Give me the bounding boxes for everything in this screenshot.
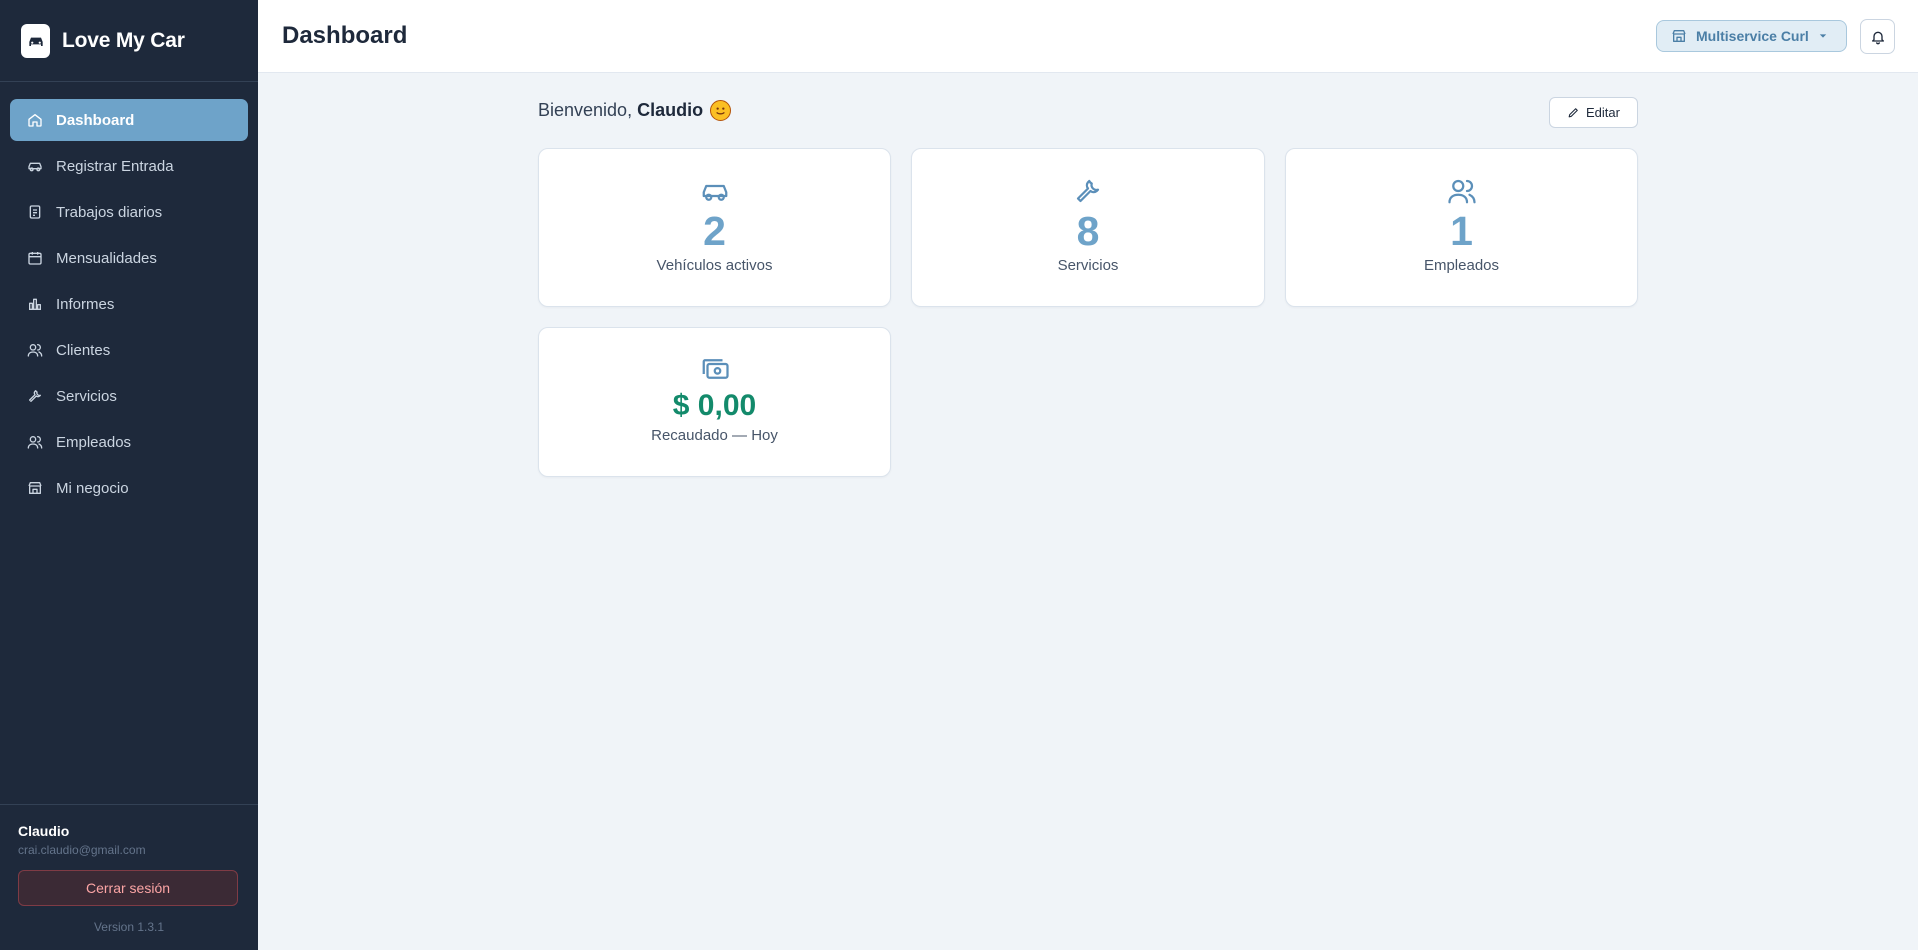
- sidebar-item-label: Dashboard: [56, 111, 135, 129]
- user-email: crai.claudio@gmail.com: [18, 843, 146, 857]
- stat-card-servicios[interactable]: 8 Servicios: [911, 148, 1265, 307]
- stat-label: Vehículos activos: [656, 257, 773, 274]
- users-icon: [27, 434, 43, 450]
- stat-label: Servicios: [1057, 257, 1119, 274]
- car-logo-icon: [21, 23, 50, 58]
- sidebar-footer: Claudio crai.claudio@gmail.com Cerrar se…: [0, 804, 258, 950]
- welcome-name: Claudio: [637, 100, 704, 120]
- car-icon: [27, 158, 43, 174]
- sidebar-item-mensualidades[interactable]: Mensualidades: [10, 237, 248, 279]
- bar-chart-icon: [27, 296, 43, 312]
- stat-value: 1: [1450, 208, 1473, 254]
- brand-name: Love My Car: [62, 28, 185, 52]
- sidebar-item-label: Trabajos diarios: [56, 203, 163, 221]
- users-icon: [1447, 176, 1477, 206]
- sidebar-nav: Dashboard Registrar Entrada Trabajos dia…: [0, 82, 258, 509]
- sidebar-item-dashboard[interactable]: Dashboard: [10, 99, 248, 141]
- sidebar-item-servicios[interactable]: Servicios: [10, 375, 248, 417]
- sidebar-item-mi-negocio[interactable]: Mi negocio: [10, 467, 248, 509]
- sidebar-item-label: Mi negocio: [56, 479, 129, 497]
- stat-card-empleados[interactable]: 1 Empleados: [1285, 148, 1638, 307]
- sidebar: Love My Car Dashboard Registrar Entrada …: [0, 0, 258, 950]
- stat-value: 8: [1076, 208, 1100, 254]
- home-icon: [27, 112, 43, 128]
- welcome-prefix: Bienvenido,: [538, 100, 633, 120]
- wrench-icon: [27, 388, 43, 404]
- top-header: Dashboard Multiservice Curl: [258, 0, 1918, 73]
- sidebar-item-registrar-entrada[interactable]: Registrar Entrada: [10, 145, 248, 187]
- sidebar-item-clientes[interactable]: Clientes: [10, 329, 248, 371]
- app-version: Version 1.3.1: [93, 920, 165, 934]
- business-selector[interactable]: Multiservice Curl: [1656, 20, 1847, 52]
- stat-card-recaudado[interactable]: $ 0,00 Recaudado — Hoy: [538, 327, 891, 477]
- edit-button[interactable]: Editar: [1549, 97, 1638, 128]
- chevron-down-icon: [1819, 32, 1827, 40]
- sidebar-item-label: Empleados: [56, 433, 132, 451]
- stat-label: Empleados: [1423, 257, 1500, 274]
- sidebar-item-label: Clientes: [56, 341, 111, 359]
- sidebar-item-label: Informes: [56, 295, 115, 313]
- logout-button[interactable]: Cerrar sesión: [18, 870, 238, 906]
- brand[interactable]: Love My Car: [0, 0, 258, 82]
- sidebar-item-label: Servicios: [56, 387, 117, 405]
- wrench-icon: [1073, 176, 1103, 206]
- stat-card-vehiculos[interactable]: 2 Vehículos activos: [538, 148, 891, 307]
- store-icon: [27, 480, 43, 496]
- stat-label: Recaudado — Hoy: [651, 427, 778, 444]
- users-icon: [27, 342, 43, 358]
- welcome-message: Bienvenido, Claudio: [538, 100, 732, 121]
- stat-value: 2: [703, 208, 726, 254]
- page-title: Dashboard: [282, 22, 408, 49]
- stat-value: $ 0,00: [672, 389, 757, 422]
- business-selector-label: Multiservice Curl: [1696, 28, 1809, 44]
- notifications-button[interactable]: [1860, 19, 1895, 54]
- pencil-icon: [1568, 108, 1578, 118]
- user-name: Claudio: [18, 823, 70, 839]
- calendar-icon: [27, 250, 43, 266]
- edit-label: Editar: [1586, 105, 1620, 120]
- sidebar-item-label: Mensualidades: [56, 249, 157, 267]
- smiley-icon: [710, 100, 732, 121]
- store-icon: [1671, 28, 1687, 44]
- sidebar-item-trabajos-diarios[interactable]: Trabajos diarios: [10, 191, 248, 233]
- sidebar-item-empleados[interactable]: Empleados: [10, 421, 248, 463]
- sidebar-item-informes[interactable]: Informes: [10, 283, 248, 325]
- cash-icon: [700, 354, 730, 384]
- sidebar-item-label: Registrar Entrada: [56, 157, 174, 175]
- bell-icon: [1871, 31, 1884, 44]
- clipboard-icon: [27, 204, 43, 220]
- car-icon: [700, 176, 730, 206]
